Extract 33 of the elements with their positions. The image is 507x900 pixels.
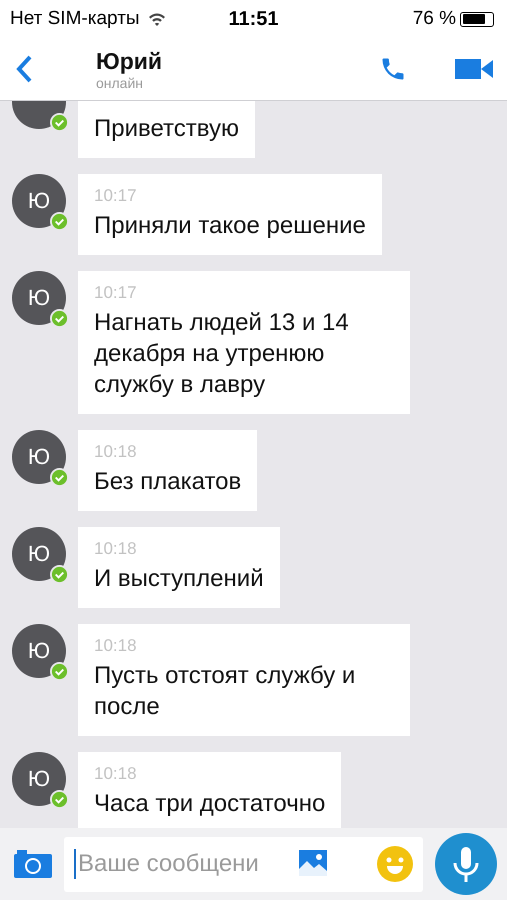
message-time: 10:18: [94, 636, 138, 656]
back-button[interactable]: [14, 54, 34, 84]
message-time: 10:18: [94, 539, 138, 559]
message-field[interactable]: Ваше сообщени: [64, 836, 423, 892]
clock-time: 11:51: [228, 8, 279, 30]
message-time: 10:18: [94, 764, 138, 784]
message-text: Нагнать людей 13 и 14 декабря на утренюю службу в лавру: [94, 308, 350, 400]
image-icon[interactable]: [298, 849, 330, 879]
message-text: Без плакатов: [94, 467, 242, 497]
message-input[interactable]: Ваше сообщени: [74, 849, 290, 879]
avatar: Ю: [12, 174, 66, 228]
message-text: И выступлений: [94, 564, 264, 594]
message-time: 10:17: [94, 283, 138, 303]
carrier-text: Нет SIM-карты: [10, 8, 140, 30]
message-text: Приветствую: [94, 114, 239, 144]
video-camera-icon[interactable]: [455, 58, 493, 80]
avatar: Ю: [12, 624, 66, 678]
contact-name: Юрий: [96, 48, 164, 74]
camera-icon[interactable]: [14, 850, 52, 878]
battery-icon: [460, 12, 494, 26]
message-time: 10:17: [94, 186, 138, 206]
battery-percent: 76 %: [412, 8, 456, 30]
avatar: Ю: [12, 752, 66, 806]
message-text: Пусть отстоят службу и после: [94, 661, 356, 722]
avatar: Ю: [12, 527, 66, 581]
message-text: Часа три достаточно: [94, 789, 326, 819]
avatar: Ю: [12, 430, 66, 484]
message-text: Приняли такое решение: [94, 211, 366, 241]
microphone-icon: [452, 845, 480, 883]
wifi-icon: [148, 12, 166, 26]
message-time: 10:18: [94, 442, 138, 462]
contact-status: онлайн: [96, 74, 144, 90]
avatar: Ю: [12, 271, 66, 325]
